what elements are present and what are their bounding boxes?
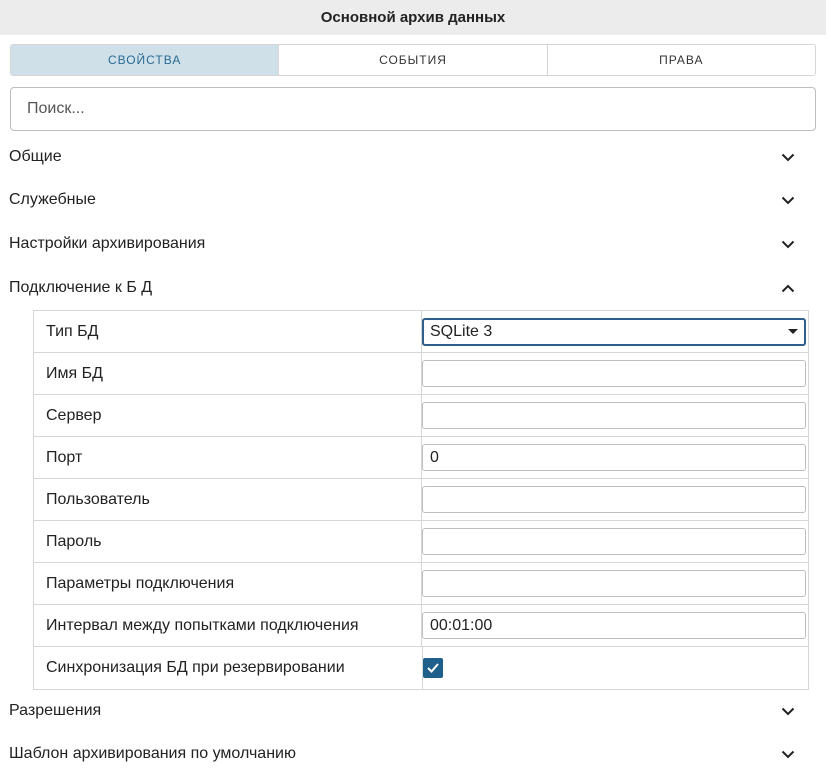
- table-row: Имя БД: [34, 353, 808, 395]
- db-user-input[interactable]: [422, 486, 806, 513]
- table-row: Пользователь: [34, 479, 808, 521]
- tab-events[interactable]: СОБЫТИЯ: [279, 45, 548, 75]
- tab-rights[interactable]: ПРАВА: [548, 45, 815, 75]
- db-user-label: Пользователь: [34, 479, 422, 520]
- chevron-up-icon: [780, 280, 796, 296]
- db-server-input[interactable]: [422, 402, 806, 429]
- tab-properties[interactable]: СВОЙСТВА: [11, 45, 280, 75]
- db-port-label: Порт: [34, 437, 422, 478]
- table-row: Порт: [34, 437, 808, 479]
- section-general[interactable]: Общие: [0, 137, 826, 177]
- chevron-down-icon: [780, 192, 796, 208]
- section-db-connection[interactable]: Подключение к Б Д: [0, 268, 826, 308]
- section-default-template-label: Шаблон архивирования по умолчанию: [9, 745, 296, 762]
- section-db-connection-label: Подключение к Б Д: [9, 279, 153, 296]
- db-server-label: Сервер: [34, 395, 422, 436]
- chevron-down-icon: [780, 703, 796, 719]
- search-input[interactable]: [10, 87, 816, 131]
- db-name-label: Имя БД: [34, 353, 422, 394]
- table-row: Пароль: [34, 521, 808, 563]
- section-permissions-label: Разрешения: [9, 702, 102, 719]
- chevron-down-icon: [780, 746, 796, 762]
- table-row: Сервер: [34, 395, 808, 437]
- section-archiving[interactable]: Настройки архивирования: [0, 224, 826, 264]
- section-service-label: Служебные: [9, 191, 96, 208]
- db-password-label: Пароль: [34, 521, 422, 562]
- tab-bar: СВОЙСТВА СОБЫТИЯ ПРАВА: [10, 44, 816, 76]
- db-connection-properties: Тип БД SQLite 3 Имя БД Сервер Порт Польз…: [33, 310, 809, 690]
- table-row: Параметры подключения: [34, 563, 808, 605]
- table-row: Синхронизация БД при резервировании: [34, 647, 808, 689]
- chevron-down-icon: [780, 236, 796, 252]
- db-sync-checkbox[interactable]: [423, 658, 443, 678]
- db-type-select[interactable]: SQLite 3: [422, 317, 806, 346]
- db-port-input[interactable]: [422, 444, 806, 471]
- section-archiving-label: Настройки архивирования: [9, 235, 206, 252]
- section-general-label: Общие: [9, 148, 62, 165]
- table-row: Тип БД SQLite 3: [34, 311, 808, 353]
- window-title: Основной архив данных: [320, 9, 506, 26]
- checkmark-icon: [427, 663, 439, 673]
- db-name-input[interactable]: [422, 360, 806, 387]
- section-permissions[interactable]: Разрешения: [0, 691, 826, 731]
- db-sync-label: Синхронизация БД при резервировании: [34, 647, 423, 689]
- section-service[interactable]: Служебные: [0, 180, 826, 220]
- db-type-label: Тип БД: [34, 311, 422, 352]
- window-title-bar: Основной архив данных: [0, 0, 826, 35]
- db-interval-input[interactable]: [422, 612, 806, 639]
- table-row: Интервал между попытками подключения: [34, 605, 808, 647]
- db-password-input[interactable]: [422, 528, 806, 555]
- db-interval-label: Интервал между попытками подключения: [34, 605, 422, 646]
- db-params-input[interactable]: [422, 570, 806, 597]
- db-type-value: SQLite 3: [430, 322, 493, 340]
- caret-down-icon: [788, 329, 798, 334]
- db-params-label: Параметры подключения: [34, 563, 422, 604]
- section-default-template[interactable]: Шаблон архивирования по умолчанию: [0, 734, 826, 774]
- chevron-down-icon: [780, 149, 796, 165]
